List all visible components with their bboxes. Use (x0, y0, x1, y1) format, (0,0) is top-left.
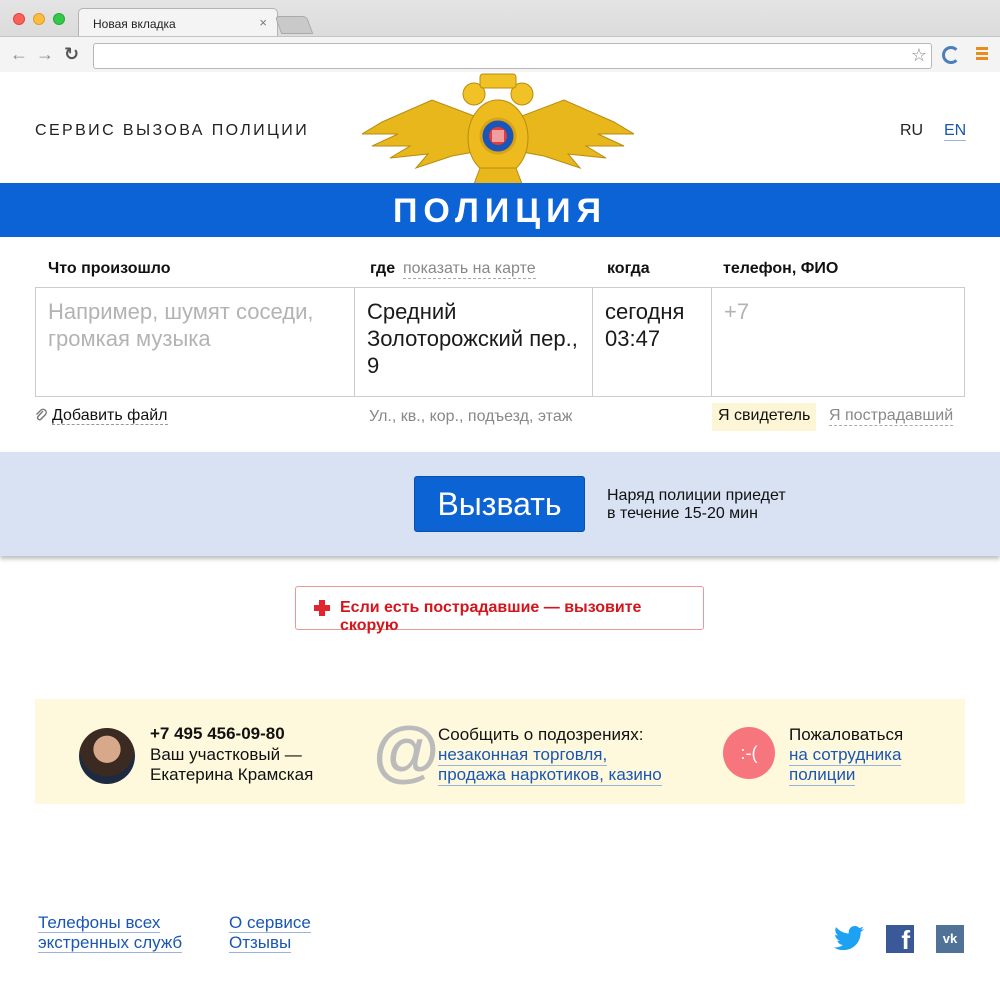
phone-input[interactable]: +7 (712, 288, 964, 396)
lang-en-link[interactable]: EN (944, 122, 967, 141)
officer-name: Екатерина Крамская (150, 765, 314, 784)
time-input[interactable]: сегодня 03:47 (593, 288, 712, 396)
extension-icon[interactable] (942, 46, 960, 64)
twitter-icon[interactable] (834, 926, 864, 952)
complain-title: Пожаловаться (789, 725, 904, 744)
incident-form: Например, шумят соседи, громкая музыка С… (35, 287, 965, 397)
service-title: СЕРВИС ВЫЗОВА ПОЛИЦИИ (35, 122, 310, 139)
ambulance-text: Если есть пострадавшие — вызовите скорую (340, 599, 642, 634)
phone-label: телефон, ФИО (723, 260, 839, 277)
police-banner: ПОЛИЦИЯ (0, 183, 1000, 237)
witness-toggle[interactable]: Я свидетель (712, 403, 817, 431)
what-label: Что произошло (48, 260, 171, 277)
lang-ru-link[interactable]: RU (900, 122, 923, 140)
add-file-label: Добавить файл (52, 407, 168, 425)
close-window-button[interactable] (13, 13, 25, 25)
complain-officer-link-2[interactable]: полиции (789, 765, 856, 786)
banner-title: ПОЛИЦИЯ (392, 192, 608, 230)
hamburger-menu-icon[interactable] (976, 47, 988, 62)
when-label: когда (607, 260, 650, 277)
new-tab-button[interactable] (274, 16, 314, 34)
bookmark-star-icon[interactable]: ☆ (911, 45, 927, 66)
sad-face-icon: :-( (723, 727, 775, 779)
report-illegal-trade-link[interactable]: незаконная торговля, (438, 745, 608, 766)
emergency-phones-link-2[interactable]: экстренных служб (38, 933, 183, 953)
info-panel: +7 495 456-09-80 Ваш участковый — Екатер… (35, 699, 965, 804)
call-ambulance-button[interactable]: Если есть пострадавшие — вызовите скорую (295, 586, 704, 634)
police-emblem-icon (362, 73, 634, 184)
call-police-button[interactable]: Вызвать (414, 476, 585, 532)
officer-phone: +7 495 456-09-80 (150, 724, 285, 743)
report-drugs-casino-link[interactable]: продажа наркотиков, казино (438, 765, 662, 786)
at-sign-icon: @ (373, 713, 440, 789)
add-file-button[interactable]: Добавить файл (35, 407, 168, 425)
address-bar[interactable]: ☆ (93, 43, 932, 69)
complain-officer-link-1[interactable]: на сотрудника (789, 745, 902, 766)
address-hint: Ул., кв., кор., подъезд, этаж (369, 408, 573, 425)
address-input[interactable]: Средний Золоторожский пер., 9 (355, 288, 593, 396)
eta-line-1: Наряд полиции приедет (607, 487, 786, 504)
when-time: 03:47 (605, 326, 661, 351)
officer-line-1: Ваш участковый — (150, 745, 302, 764)
victim-toggle[interactable]: Я пострадавший (829, 407, 954, 426)
facebook-icon[interactable]: f (886, 925, 914, 955)
where-label: где (370, 260, 396, 277)
browser-toolbar: ← → ↻ ☆ (0, 36, 1000, 72)
minimize-window-button[interactable] (33, 13, 45, 25)
tab-close-icon[interactable]: × (259, 15, 267, 30)
paperclip-icon (36, 408, 47, 421)
avatar (79, 728, 135, 784)
browser-tab[interactable]: Новая вкладка × (78, 8, 278, 37)
eta-line-2: в течение 15-20 мин (607, 505, 758, 522)
forward-icon[interactable]: → (36, 44, 54, 64)
show-on-map-link[interactable]: показать на карте (403, 260, 536, 279)
call-section: Вызвать Наряд полиции приедет в течение … (0, 452, 1000, 556)
emergency-phones-link-1[interactable]: Телефоны всех (38, 913, 161, 933)
reload-icon[interactable]: ↻ (64, 44, 79, 64)
vk-icon[interactable]: vk (936, 925, 964, 953)
tab-title: Новая вкладка (93, 17, 176, 31)
back-icon[interactable]: ← (10, 44, 28, 64)
report-title: Сообщить о подозрениях: (438, 725, 644, 744)
arrival-estimate: Наряд полиции приедет в течение 15-20 ми… (607, 487, 827, 523)
when-day: сегодня (605, 299, 685, 324)
red-cross-icon (314, 600, 330, 616)
about-link[interactable]: О сервисе (229, 913, 311, 933)
browser-chrome: Новая вкладка × ← → ↻ ☆ (0, 0, 1000, 72)
what-happened-input[interactable]: Например, шумят соседи, громкая музыка (36, 288, 355, 396)
officer-info: Ваш участковый — Екатерина Крамская (150, 745, 350, 785)
reviews-link[interactable]: Отзывы (229, 933, 292, 953)
zoom-window-button[interactable] (53, 13, 65, 25)
